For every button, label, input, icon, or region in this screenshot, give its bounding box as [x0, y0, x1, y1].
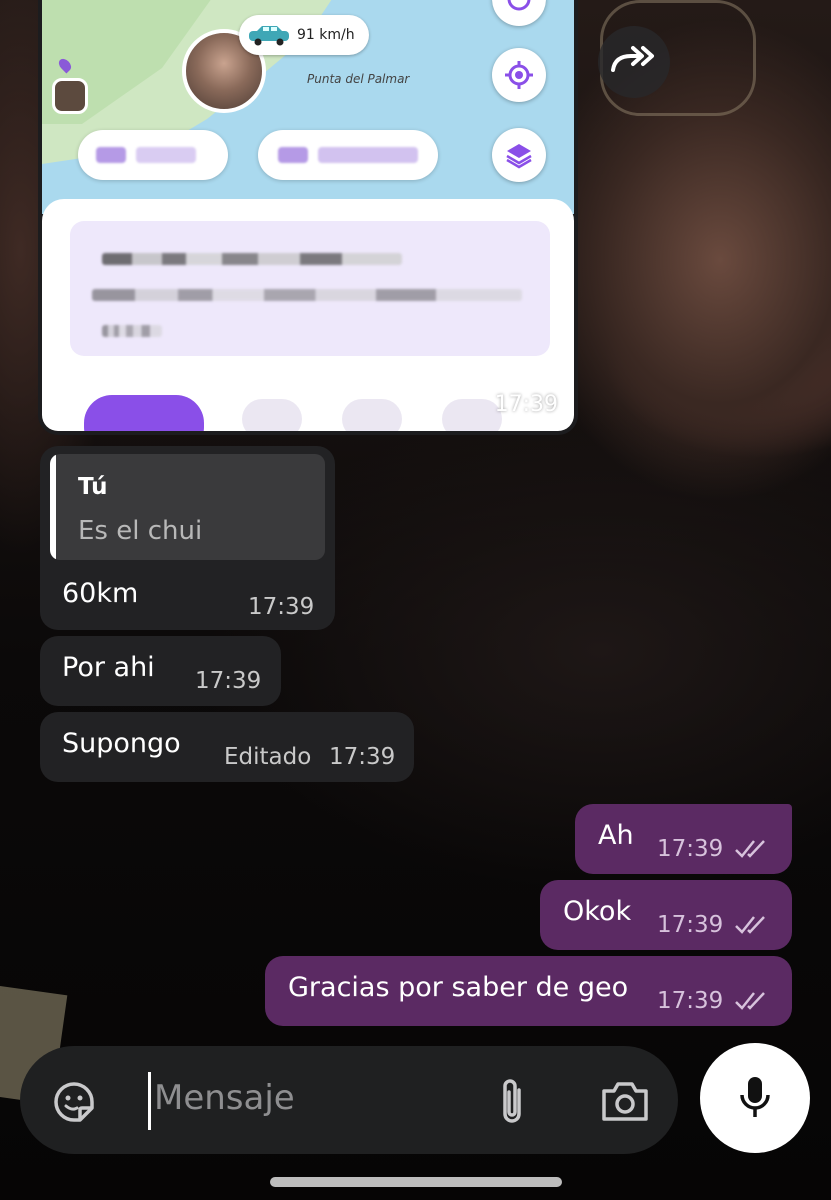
- double-check-icon: [735, 840, 765, 858]
- speed-chip: 91 km/h: [239, 15, 369, 55]
- forward-icon: [611, 46, 654, 72]
- reply-text: Es el chui: [78, 516, 203, 546]
- map-compass-button: [492, 0, 546, 26]
- message-time: 17:39: [657, 912, 724, 938]
- voice-message-button[interactable]: [700, 1043, 810, 1153]
- paperclip-icon: [503, 1079, 521, 1123]
- message-time: 17:39: [494, 392, 558, 417]
- crosshair-icon: [505, 61, 533, 89]
- map-image: Punta del Palmar 91 km/h: [42, 0, 574, 214]
- message-input[interactable]: Mensaje: [154, 1078, 295, 1118]
- double-check-icon: [735, 916, 765, 934]
- message-text: Okok: [563, 896, 632, 927]
- microphone-icon: [740, 1077, 770, 1117]
- message-time: 17:39: [657, 836, 724, 862]
- message-time: 17:39: [248, 594, 315, 620]
- map-layers-button: [492, 128, 546, 182]
- double-check-icon: [735, 992, 765, 1010]
- map-locate-button: [492, 48, 546, 102]
- incoming-message[interactable]: Tú Es el chui 60km 17:39: [40, 446, 335, 630]
- car-icon: [249, 26, 289, 46]
- speed-label: 91 km/h: [297, 27, 355, 43]
- incoming-message[interactable]: Por ahi 17:39: [40, 636, 281, 706]
- text-cursor: [148, 1072, 151, 1130]
- incoming-message[interactable]: Supongo Editado 17:39: [40, 712, 414, 782]
- message-time: 17:39: [329, 744, 396, 770]
- message-time: 17:39: [657, 988, 724, 1014]
- sticker-icon: [54, 1082, 94, 1122]
- reply-author: Tú: [78, 474, 108, 500]
- image-message[interactable]: Punta del Palmar 91 km/h 17:39: [38, 0, 578, 435]
- message-text: 60km: [62, 578, 139, 609]
- sticker-button[interactable]: [48, 1076, 100, 1128]
- pixelated-pill-2: [258, 130, 438, 180]
- edited-label: Editado: [224, 744, 312, 770]
- message-text: Gracias por saber de geo: [288, 972, 629, 1003]
- pixelated-card: [70, 221, 550, 356]
- forward-button[interactable]: [598, 26, 670, 98]
- message-time: 17:39: [195, 668, 262, 694]
- map-place-label: Punta del Palmar: [307, 72, 410, 86]
- reply-quote[interactable]: Tú Es el chui: [50, 454, 325, 560]
- home-indicator[interactable]: [270, 1177, 562, 1187]
- outgoing-message[interactable]: Ah 17:39: [575, 804, 792, 874]
- message-text: Por ahi: [62, 652, 155, 683]
- camera-button[interactable]: [598, 1076, 652, 1126]
- pixelated-button: [84, 395, 204, 431]
- pixelated-pill-1: [78, 130, 228, 180]
- message-composer[interactable]: Mensaje: [20, 1046, 678, 1154]
- camera-icon: [602, 1082, 648, 1121]
- layers-icon: [506, 144, 532, 169]
- message-text: Ah: [598, 820, 634, 851]
- outgoing-message[interactable]: Okok 17:39: [540, 880, 792, 950]
- compass-icon: [507, 0, 531, 11]
- outgoing-message[interactable]: Gracias por saber de geo 17:39: [265, 956, 792, 1026]
- attach-button[interactable]: [490, 1074, 534, 1130]
- friend-avatar: [52, 78, 88, 114]
- message-text: Supongo: [62, 728, 181, 759]
